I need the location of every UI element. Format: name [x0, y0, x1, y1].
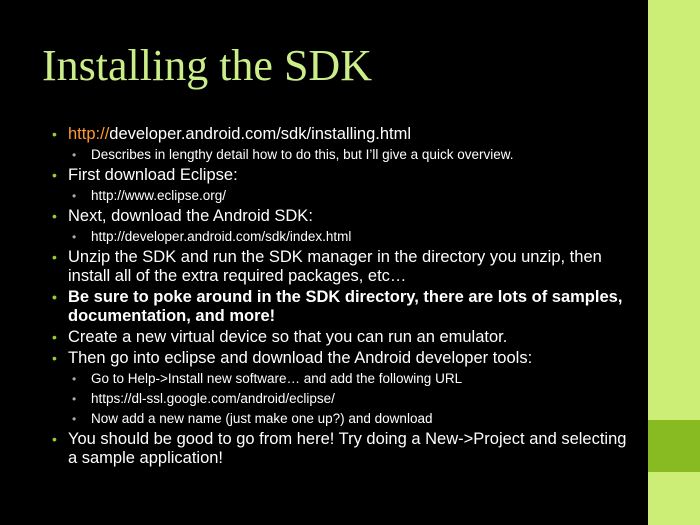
- bullet-icon: •: [72, 372, 77, 386]
- bullet-icon: •: [52, 431, 57, 447]
- slide-sidebar-accent: [648, 420, 700, 472]
- sub-bullet-item: • Describes in lengthy detail how to do …: [50, 146, 630, 164]
- bullet-icon: •: [72, 230, 77, 244]
- bullet-icon: •: [52, 208, 57, 224]
- bullet-item-emphasis: • Be sure to poke around in the SDK dire…: [50, 288, 630, 326]
- bullet-icon: •: [52, 289, 57, 305]
- bullet-item: • http://developer.android.com/sdk/insta…: [50, 125, 630, 144]
- bullet-text: First download Eclipse:: [68, 166, 238, 184]
- bullet-item: • Next, download the Android SDK:: [50, 207, 630, 226]
- bullet-text: Next, download the Android SDK:: [68, 207, 313, 225]
- bullet-text[interactable]: developer.android.com/sdk/installing.htm…: [109, 125, 411, 143]
- bullet-icon: •: [72, 412, 77, 426]
- bullet-icon: •: [52, 350, 57, 366]
- bullet-text: Then go into eclipse and download the An…: [68, 349, 533, 367]
- bullet-text: Be sure to poke around in the SDK direct…: [68, 288, 623, 325]
- sub-bullet-item: • Go to Help->Install new software… and …: [50, 370, 630, 388]
- sub-bullet-item: • http://developer.android.com/sdk/index…: [50, 228, 630, 246]
- link-prefix[interactable]: http://: [68, 125, 109, 143]
- bullet-item: • You should be good to go from here! Tr…: [50, 430, 630, 468]
- sub-bullet-text: http://developer.android.com/sdk/index.h…: [91, 229, 352, 244]
- sub-bullet-item: • https://dl-ssl.google.com/android/ecli…: [50, 390, 630, 408]
- sub-bullet-text: https://dl-ssl.google.com/android/eclips…: [91, 391, 335, 406]
- sub-bullet-item: • http://www.eclipse.org/: [50, 187, 630, 205]
- bullet-icon: •: [72, 189, 77, 203]
- sub-bullet-text: Go to Help->Install new software… and ad…: [91, 371, 463, 386]
- bullet-text: Unzip the SDK and run the SDK manager in…: [68, 248, 602, 285]
- sub-bullet-text: http://www.eclipse.org/: [91, 188, 227, 203]
- bullet-item: • First download Eclipse:: [50, 166, 630, 185]
- sub-bullet-text: Describes in lengthy detail how to do th…: [91, 147, 514, 162]
- sub-bullet-item: • Now add a new name (just make one up?)…: [50, 410, 630, 428]
- bullet-text: You should be good to go from here! Try …: [68, 430, 627, 467]
- bullet-icon: •: [52, 249, 57, 265]
- sub-bullet-text: Now add a new name (just make one up?) a…: [91, 411, 433, 426]
- bullet-icon: •: [72, 148, 77, 162]
- bullet-item: • Create a new virtual device so that yo…: [50, 328, 630, 347]
- bullet-icon: •: [52, 126, 57, 142]
- bullet-item: • Unzip the SDK and run the SDK manager …: [50, 248, 630, 286]
- bullet-item: • Then go into eclipse and download the …: [50, 349, 630, 368]
- bullet-icon: •: [52, 329, 57, 345]
- bullet-icon: •: [72, 392, 77, 406]
- bullet-text: Create a new virtual device so that you …: [68, 328, 508, 346]
- bullet-icon: •: [52, 167, 57, 183]
- bullet-list: • http://developer.android.com/sdk/insta…: [50, 123, 630, 468]
- slide-title: Installing the SDK: [42, 41, 372, 90]
